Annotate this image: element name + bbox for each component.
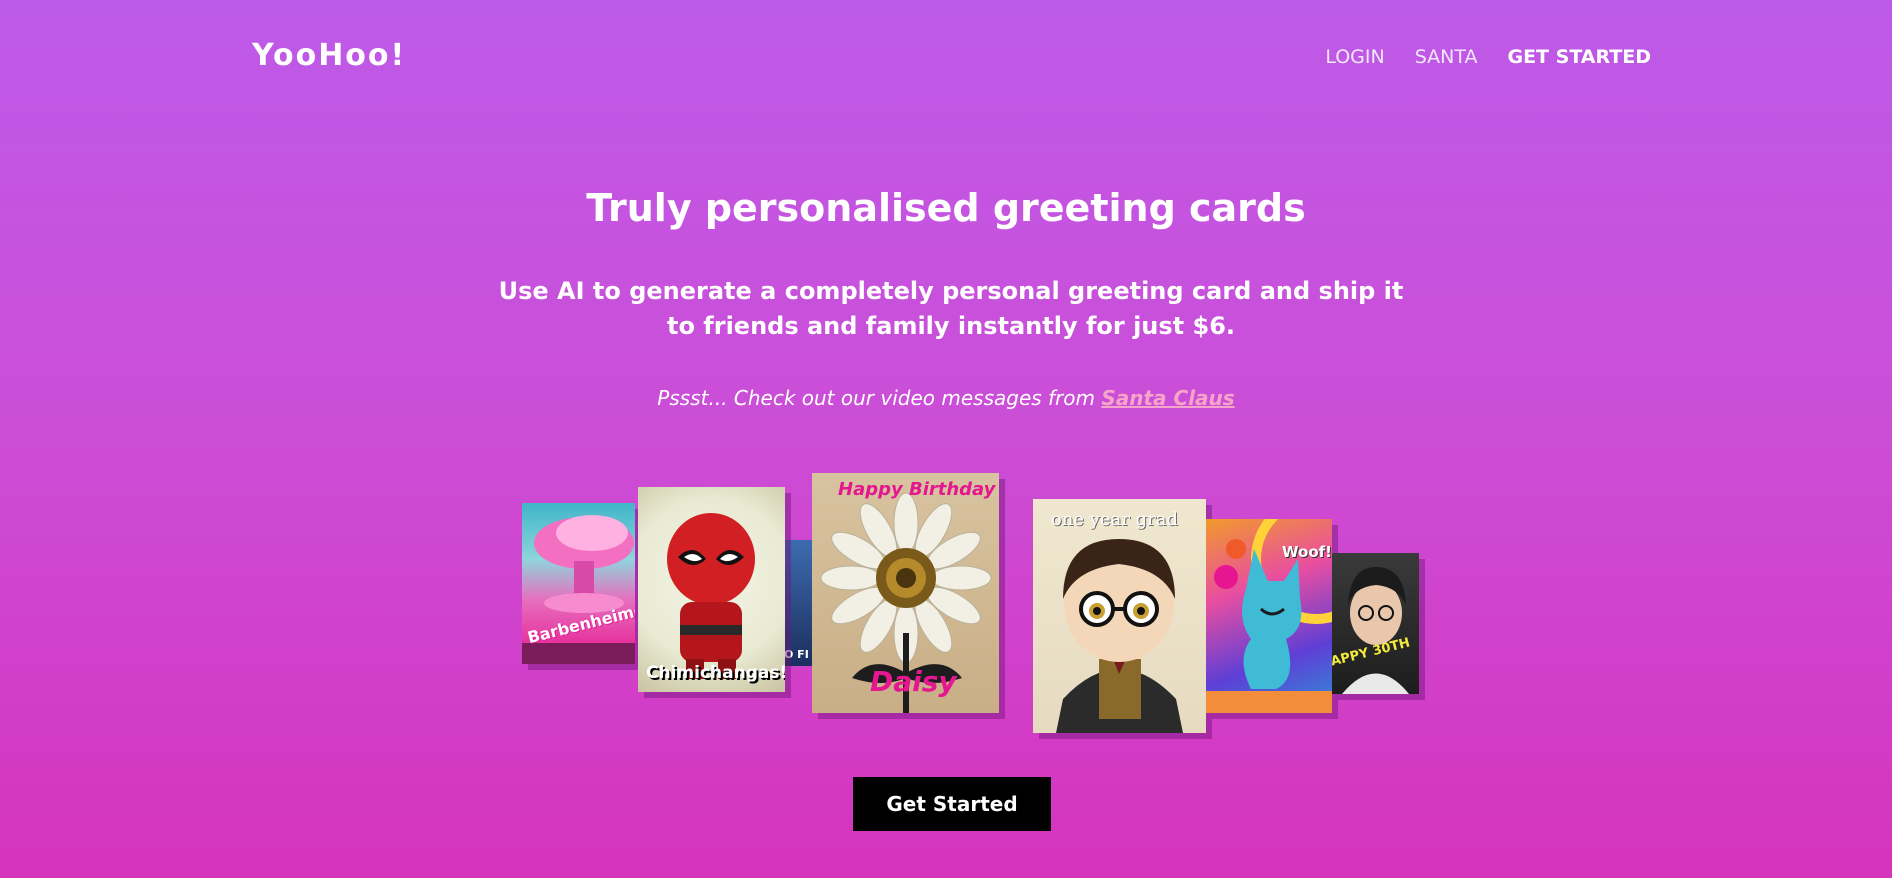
card-chimichangas[interactable]: Chimichangas! — [638, 487, 785, 692]
santa-promo-text: Pssst... Check out our video messages fr… — [657, 386, 1102, 410]
woof-label: Woof! — [1282, 543, 1332, 561]
card-woof[interactable]: Woof! — [1206, 519, 1332, 713]
nav-login-link[interactable]: LOGIN — [1325, 46, 1384, 68]
man-portrait-image — [1342, 567, 1409, 694]
card-happy-30th[interactable]: APPY 30TH — [1332, 553, 1419, 694]
wizard-boy-image — [1056, 539, 1183, 733]
santa-promo: Pssst... Check out our video messages fr… — [0, 386, 1892, 410]
card-barbenheimer[interactable]: Barbenheimer — [522, 503, 635, 664]
get-started-button[interactable]: Get Started — [853, 777, 1051, 831]
top-nav: YooHoo! LOGIN SANTA GET STARTED — [0, 0, 1892, 118]
hero-title: Truly personalised greeting cards — [586, 186, 1306, 230]
happy-birthday-label: Happy Birthday — [838, 479, 996, 500]
hero-subtitle: Use AI to generate a completely personal… — [498, 277, 1404, 340]
nav-links: LOGIN SANTA GET STARTED — [1325, 46, 1651, 68]
one-year-grad-label: one year grad — [1051, 509, 1179, 530]
brand-logo[interactable]: YooHoo! — [252, 38, 406, 73]
deadpool-image — [667, 513, 755, 679]
santa-claus-link[interactable]: Santa Claus — [1101, 386, 1234, 410]
partial-card-label: O FI — [784, 648, 809, 661]
daisy-name-label: Daisy — [870, 665, 957, 698]
card-partial[interactable]: O FI — [782, 540, 812, 666]
chimichangas-label: Chimichangas! — [646, 663, 785, 683]
card-one-year-grad[interactable]: one year grad — [1033, 499, 1206, 733]
nav-get-started-link[interactable]: GET STARTED — [1507, 46, 1651, 68]
card-happy-birthday-daisy[interactable]: Happy Birthday Daisy — [812, 473, 999, 713]
nav-santa-link[interactable]: SANTA — [1415, 46, 1478, 68]
